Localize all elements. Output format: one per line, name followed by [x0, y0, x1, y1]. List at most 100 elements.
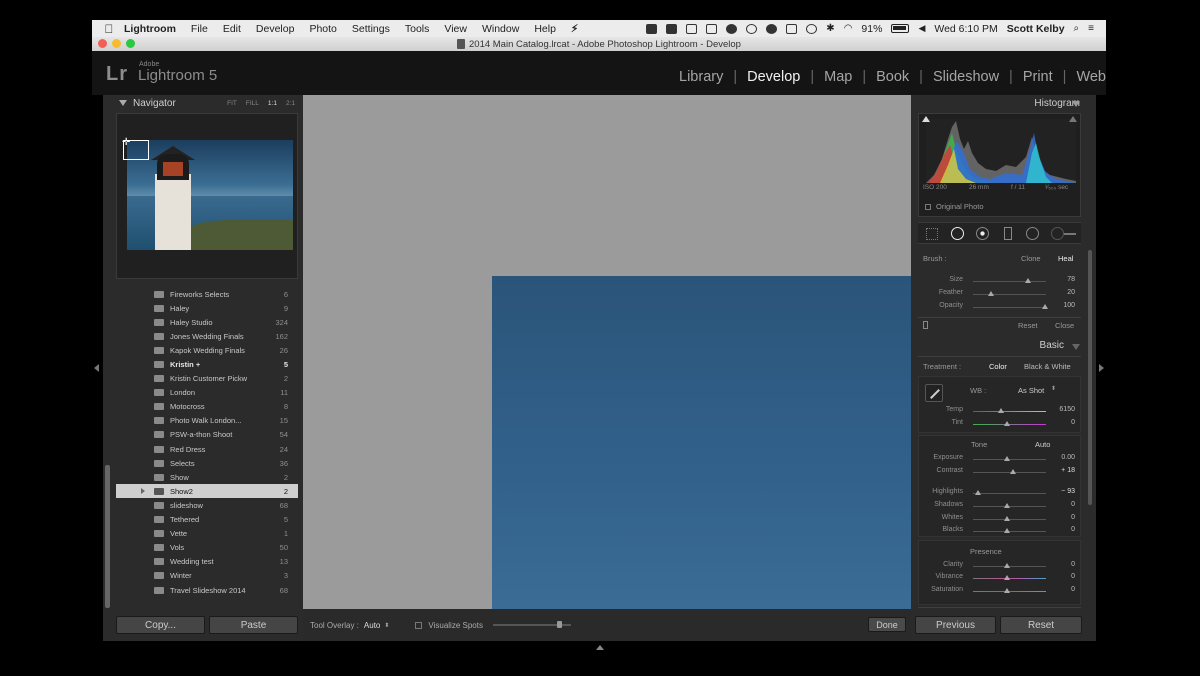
vibrance-value[interactable]: 0 — [1071, 573, 1075, 580]
sync-icon[interactable] — [766, 23, 778, 34]
slider-knob[interactable] — [1004, 575, 1010, 580]
left-panel-toggle-icon[interactable] — [94, 364, 99, 372]
menu-window[interactable]: Window — [482, 23, 519, 35]
clarity-slider[interactable]: Clarity 0 — [918, 560, 1081, 572]
red-eye-tool-icon[interactable] — [976, 227, 989, 240]
volume-icon[interactable]: ◀ — [918, 23, 925, 34]
original-photo-checkbox[interactable] — [925, 203, 931, 210]
slider-track[interactable] — [973, 411, 1046, 412]
zoom-window-icon[interactable] — [126, 39, 135, 48]
navigator-preview[interactable]: ✛ — [116, 113, 298, 279]
slider-track[interactable] — [973, 493, 1046, 494]
blacks-value[interactable]: 0 — [1071, 526, 1075, 533]
user-name[interactable]: Scott Kelby — [1007, 23, 1065, 35]
notification-center-icon[interactable]: ≡ — [1088, 23, 1094, 34]
slider-knob[interactable] — [1004, 563, 1010, 568]
zoom-fit[interactable]: FIT — [227, 100, 237, 107]
paste-button[interactable]: Paste — [209, 616, 298, 634]
done-button[interactable]: Done — [868, 617, 906, 632]
wifi-icon[interactable]: ◠ — [844, 23, 853, 34]
module-library[interactable]: Library — [669, 69, 733, 85]
brush-close-button[interactable]: Close — [1055, 321, 1074, 330]
brush-size-slider[interactable]: Size 78 — [918, 275, 1081, 287]
clarity-value[interactable]: 0 — [1071, 561, 1075, 568]
close-window-icon[interactable] — [98, 39, 107, 48]
folder-row[interactable]: PSW-a-thon Shoot 54 — [116, 428, 298, 442]
bluetooth-icon[interactable]: ✱ — [826, 23, 834, 34]
module-develop[interactable]: Develop — [737, 69, 810, 85]
whites-value[interactable]: 0 — [1071, 514, 1075, 521]
opacity-value[interactable]: 100 — [1063, 302, 1075, 309]
slider-knob[interactable] — [998, 408, 1004, 413]
display-icon[interactable] — [706, 23, 718, 34]
slider-knob[interactable] — [1010, 469, 1016, 474]
slider-track[interactable] — [973, 307, 1046, 308]
folder-row[interactable]: Kapok Wedding Finals 26 — [116, 343, 298, 357]
vibrance-slider[interactable]: Vibrance 0 — [918, 572, 1081, 584]
filmstrip-toggle-icon[interactable] — [596, 645, 604, 650]
zoom-fill[interactable]: FILL — [246, 100, 259, 107]
folder-row[interactable]: Winter 3 — [116, 569, 298, 583]
folder-row[interactable]: Kristin Customer Pickw 2 — [116, 372, 298, 386]
wb-select[interactable]: As Shot — [1018, 386, 1044, 395]
menu-help[interactable]: Help — [534, 23, 556, 35]
visualize-spots-checkbox[interactable] — [415, 621, 423, 629]
blacks-slider[interactable]: Blacks 0 — [918, 525, 1081, 537]
saturation-slider[interactable]: Saturation 0 — [918, 585, 1081, 597]
app-icon[interactable] — [666, 23, 678, 34]
slider-knob[interactable] — [1004, 421, 1010, 426]
basic-collapse-icon[interactable] — [1072, 344, 1080, 350]
original-photo-toggle[interactable]: Original Photo — [925, 202, 984, 211]
slider-knob[interactable] — [1004, 516, 1010, 521]
menu-lightroom[interactable]: Lightroom — [124, 23, 176, 35]
histogram-collapse-icon[interactable] — [1072, 101, 1080, 107]
bolt-icon[interactable]: ⚡︎ — [571, 23, 578, 35]
dropdown-arrows-icon[interactable]: ⬍ — [384, 622, 389, 629]
module-map[interactable]: Map — [814, 69, 862, 85]
menu-tools[interactable]: Tools — [405, 23, 430, 35]
folder-row[interactable]: Wedding test 13 — [116, 555, 298, 569]
histogram[interactable]: ISO 200 26 mm f / 11 ¹⁄₅₀₀ sec Original … — [918, 113, 1081, 217]
highlights-value[interactable]: − 93 — [1061, 488, 1075, 495]
menu-file[interactable]: File — [191, 23, 208, 35]
graduated-filter-icon[interactable] — [1004, 227, 1012, 240]
saturation-value[interactable]: 0 — [1071, 586, 1075, 593]
folder-row[interactable]: Tethered 5 — [116, 513, 298, 527]
slider-track[interactable] — [973, 281, 1046, 282]
menu-settings[interactable]: Settings — [352, 23, 390, 35]
navigator-header[interactable]: Navigator FIT FILL 1:1 2:1 — [103, 95, 303, 111]
module-slideshow[interactable]: Slideshow — [923, 69, 1009, 85]
module-print[interactable]: Print — [1013, 69, 1063, 85]
shadows-value[interactable]: 0 — [1071, 501, 1075, 508]
brush-reset-button[interactable]: Reset — [1018, 321, 1038, 330]
brush-feather-slider[interactable]: Feather 20 — [918, 288, 1081, 300]
folder-row[interactable]: Haley Studio 324 — [116, 315, 298, 329]
spot-removal-tool-icon[interactable] — [951, 227, 964, 240]
slider-knob[interactable] — [1004, 588, 1010, 593]
radial-filter-icon[interactable] — [1026, 227, 1039, 240]
shadows-slider[interactable]: Shadows 0 — [918, 500, 1081, 512]
chrome-icon[interactable] — [726, 23, 738, 34]
folder-row[interactable]: Show 2 — [116, 470, 298, 484]
menu-edit[interactable]: Edit — [223, 23, 241, 35]
clone-option[interactable]: Clone — [1021, 254, 1041, 263]
treatment-black-white[interactable]: Black & White — [1024, 362, 1071, 371]
minimize-window-icon[interactable] — [112, 39, 121, 48]
left-panel-scrollbar[interactable] — [105, 465, 110, 608]
module-book[interactable]: Book — [866, 69, 919, 85]
folder-row[interactable]: Photo Walk London... 15 — [116, 414, 298, 428]
contrast-slider[interactable]: Contrast + 18 — [918, 466, 1081, 478]
folder-row[interactable]: Kristin + 5 — [116, 357, 298, 371]
folder-row[interactable]: Travel Slideshow 2014 68 — [116, 583, 298, 597]
time-machine-icon[interactable] — [806, 23, 818, 34]
slider-knob[interactable] — [975, 490, 981, 495]
zoom-2-1[interactable]: 2:1 — [286, 100, 295, 107]
folder-row[interactable]: Selects 36 — [116, 456, 298, 470]
folder-row[interactable]: Haley 9 — [116, 301, 298, 315]
folder-row[interactable]: slideshow 68 — [116, 498, 298, 512]
brush-opacity-slider[interactable]: Opacity 100 — [918, 301, 1081, 313]
copy-button[interactable]: Copy... — [116, 616, 205, 634]
size-value[interactable]: 78 — [1067, 276, 1075, 283]
slider-knob[interactable] — [556, 621, 562, 628]
dropbox-icon[interactable] — [686, 23, 698, 34]
